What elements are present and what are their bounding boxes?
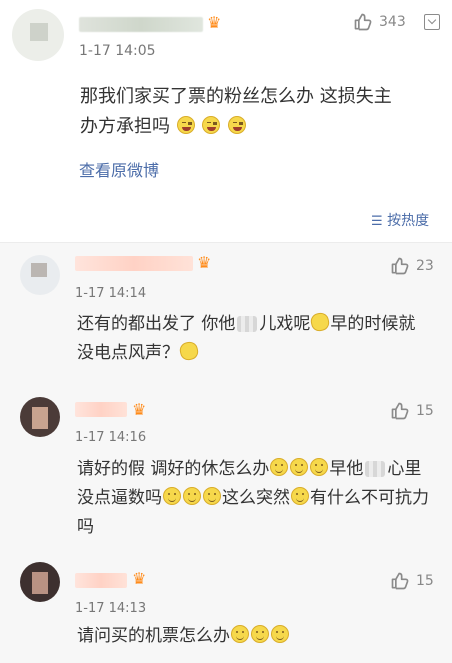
smile-emoji-icon xyxy=(310,458,329,476)
reply-line-2: 没电点风声？ xyxy=(77,339,415,368)
username[interactable] xyxy=(75,256,193,271)
hand-emoji-icon xyxy=(309,311,332,333)
sort-label: 按热度 xyxy=(387,213,430,229)
view-original-link[interactable]: 查看原微博 xyxy=(79,157,159,181)
username[interactable] xyxy=(79,17,203,32)
smile-emoji-icon xyxy=(251,625,269,643)
member-crown-icon: ♛ xyxy=(207,13,222,32)
reply-text: 还有的都出发了 你他 儿戏呢 早的时候就 没电点风声？ xyxy=(77,310,415,368)
list-sort-icon: ☰ xyxy=(371,214,383,229)
username[interactable] xyxy=(75,402,127,417)
reply-line-2: 没点逼数吗 这么突然 有什么不可抗力 xyxy=(77,484,429,513)
sort-by-popularity[interactable]: ☰ 按热度 xyxy=(371,210,429,230)
timestamp: 1-17 14:14 xyxy=(75,286,147,301)
like-button[interactable]: 15 xyxy=(390,401,434,421)
reply-text: 请好的假 调好的休怎么办 早他 心里 没点逼数吗 这么突然 有什么不可抗力 吗 xyxy=(77,455,429,542)
timestamp: 1-17 14:13 xyxy=(75,601,147,616)
timestamp: 1-17 14:16 xyxy=(75,430,147,445)
timestamp: 1-17 14:05 xyxy=(79,43,156,59)
smile-emoji-icon xyxy=(183,487,201,505)
reply-line-1: 请好的假 调好的休怎么办 早他 心里 xyxy=(77,455,429,484)
like-count: 15 xyxy=(416,573,434,589)
reply-text-fragment: 请问买的机票怎么办 xyxy=(77,626,230,646)
reply-text-fragment: 还有的都出发了 你他 xyxy=(77,314,236,334)
main-comment: ♛ 1-17 14:05 343 那我们家买了票的粉丝怎么办 这损失主 办方承担… xyxy=(0,0,452,242)
reply-line-3: 吗 xyxy=(77,517,94,537)
avatar[interactable] xyxy=(20,562,60,602)
avatar[interactable] xyxy=(20,255,60,295)
laugh-emoji-icon xyxy=(176,116,195,134)
smile-emoji-icon xyxy=(290,458,309,476)
comment-text: 那我们家买了票的粉丝怎么办 这损失主 办方承担吗 xyxy=(80,82,392,142)
thumb-up-icon xyxy=(391,257,409,275)
reply-text: 请问买的机票怎么办 xyxy=(77,622,290,651)
comment-text-fragment: 办方承担吗 xyxy=(80,116,170,137)
smile-emoji-icon xyxy=(270,458,289,476)
username[interactable] xyxy=(75,573,127,588)
thumb-up-icon xyxy=(391,402,409,420)
reply-text-fragment: 早他 xyxy=(329,459,364,479)
reply-text-fragment: 这么突然 xyxy=(222,488,290,508)
smile-emoji-icon xyxy=(271,625,289,643)
smile-emoji-icon xyxy=(291,487,309,505)
smile-emoji-icon xyxy=(203,487,221,505)
dropdown-menu-icon[interactable] xyxy=(424,14,440,30)
hand-emoji-icon xyxy=(178,340,200,362)
comment-line-2: 办方承担吗 xyxy=(80,112,392,142)
smile-emoji-icon xyxy=(163,487,181,505)
like-count: 343 xyxy=(379,14,406,30)
member-crown-icon: ♛ xyxy=(197,253,212,272)
member-crown-icon: ♛ xyxy=(132,400,147,419)
reply-text-fragment: 请好的假 调好的休怎么办 xyxy=(77,459,270,479)
reply-text-fragment: 早的时候就 xyxy=(330,314,416,334)
reply-line-1: 还有的都出发了 你他 儿戏呢 早的时候就 xyxy=(77,310,415,339)
like-count: 15 xyxy=(416,403,434,419)
reply-list xyxy=(0,242,452,663)
reply-text-fragment: 没点逼数吗 xyxy=(77,488,162,508)
like-button[interactable]: 15 xyxy=(390,571,434,591)
comment-line-1: 那我们家买了票的粉丝怎么办 这损失主 xyxy=(80,86,392,107)
censored-text xyxy=(237,316,258,332)
smile-emoji-icon xyxy=(231,625,249,643)
laugh-emoji-icon xyxy=(202,116,221,134)
avatar[interactable] xyxy=(12,9,64,61)
laugh-emoji-icon xyxy=(228,116,247,134)
thumb-up-icon xyxy=(354,13,372,31)
like-count: 23 xyxy=(416,258,434,274)
reply-text-fragment: 心里 xyxy=(387,459,422,479)
like-button[interactable]: 343 xyxy=(353,12,406,32)
reply-text-fragment: 有什么不可抗力 xyxy=(310,488,429,508)
avatar[interactable] xyxy=(20,397,60,437)
censored-text xyxy=(365,461,386,477)
like-button[interactable]: 23 xyxy=(390,256,434,276)
reply-text-fragment: 没电点风声？ xyxy=(77,343,179,363)
member-crown-icon: ♛ xyxy=(132,569,147,588)
reply-text-fragment: 儿戏呢 xyxy=(259,314,311,334)
thumb-up-icon xyxy=(391,572,409,590)
